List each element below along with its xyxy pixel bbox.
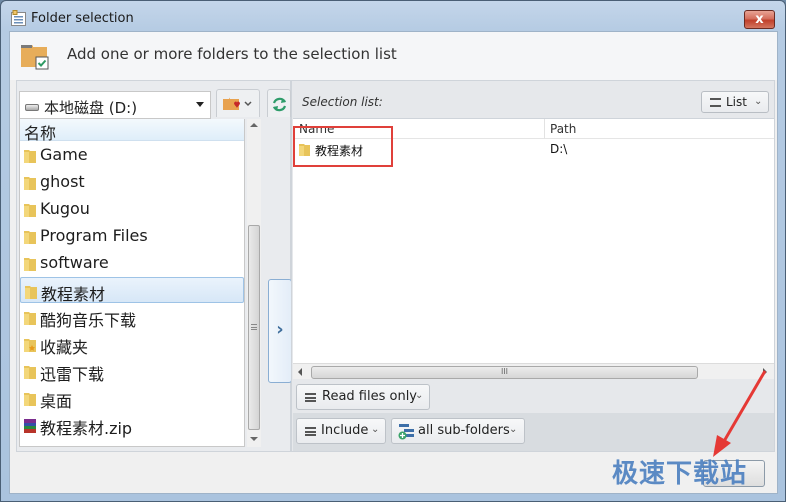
dialog-header: Add one or more folders to the selection… xyxy=(10,32,777,80)
folder-name: Program Files xyxy=(40,226,148,245)
folder-name: software xyxy=(40,253,109,272)
folder-list-item[interactable]: Game xyxy=(20,142,244,168)
folder-icon xyxy=(24,258,36,271)
header-instruction: Add one or more folders to the selection… xyxy=(67,45,397,63)
column-header-path[interactable]: Path xyxy=(545,119,774,139)
folder-list-item[interactable]: 桌面 xyxy=(20,385,244,411)
close-button[interactable]: x xyxy=(744,10,775,29)
folder-list-item[interactable]: Program Files xyxy=(20,223,244,249)
include-mode-button[interactable]: Include ⌄ xyxy=(296,418,386,444)
drive-select[interactable]: 本地磁盘 (D:) xyxy=(19,91,211,119)
favorites-button[interactable] xyxy=(216,89,260,117)
close-icon: x xyxy=(755,12,764,27)
folder-list-scrollbar[interactable] xyxy=(247,119,261,447)
chevron-right-icon: › xyxy=(276,319,284,340)
annotation-arrow xyxy=(713,370,767,457)
column-header-label: 名称 xyxy=(24,124,57,143)
folder-name: 教程素材.zip xyxy=(40,419,133,438)
drive-icon xyxy=(25,104,39,111)
folder-icon xyxy=(24,393,36,406)
refresh-icon xyxy=(272,97,287,112)
folder-list-item[interactable]: 酷狗音乐下载 xyxy=(20,304,244,330)
folder-list-item[interactable]: 迅雷下载 xyxy=(20,358,244,384)
folder-list-item[interactable]: software xyxy=(20,250,244,276)
subfolders-label: all sub-folders xyxy=(418,423,510,438)
annotation-highlight-box xyxy=(293,126,393,167)
selection-list-label: Selection list: xyxy=(302,95,383,109)
folder-list-item[interactable]: 教程素材.zip xyxy=(20,412,244,438)
scrollbar-thumb[interactable] xyxy=(248,225,260,430)
folder-icon xyxy=(24,204,36,217)
folder-list-item[interactable]: ghost xyxy=(20,169,244,195)
refresh-button[interactable] xyxy=(267,89,291,117)
title-bar[interactable]: Folder selection x xyxy=(1,1,785,33)
watermark-text: 极速下载站 xyxy=(612,459,748,489)
folder-name: 桌面 xyxy=(40,392,73,411)
column-header-name[interactable]: 名称 xyxy=(20,119,244,143)
folder-icon xyxy=(24,366,36,379)
scroll-down-icon[interactable] xyxy=(250,437,258,441)
include-mode-label: Include xyxy=(321,423,369,438)
read-mode-label: Read files only xyxy=(322,389,417,404)
folder-name: ghost xyxy=(40,172,85,191)
dropdown-arrow-icon xyxy=(196,102,204,107)
row-path: D:\ xyxy=(550,142,568,156)
read-mode-button[interactable]: Read files only ⌄ xyxy=(296,384,430,410)
menu-icon xyxy=(710,98,721,107)
folder-name: 酷狗音乐下载 xyxy=(40,311,137,330)
chevron-down-icon: ⌄ xyxy=(415,390,424,401)
grip-icon: III xyxy=(500,367,509,376)
menu-icon xyxy=(305,393,316,402)
archive-icon xyxy=(24,419,36,433)
folder-name: 教程素材 xyxy=(41,285,106,304)
scrollbar-thumb[interactable]: III xyxy=(311,366,698,379)
folder-icon xyxy=(24,177,36,190)
dialog-body: Add one or more folders to the selection… xyxy=(9,31,778,494)
folder-list-item[interactable]: 收藏夹 xyxy=(20,331,244,357)
folder-name: Kugou xyxy=(40,199,90,218)
folder-selection-dialog: Folder selection x Add one or more folde… xyxy=(0,0,786,502)
drive-label: 本地磁盘 (D:) xyxy=(44,99,138,117)
app-icon xyxy=(11,10,26,26)
subfolder-tree-icon xyxy=(398,424,414,440)
folder-list-item[interactable]: 教程素材 xyxy=(20,277,244,304)
folder-icon xyxy=(24,231,36,244)
scroll-up-icon[interactable] xyxy=(250,123,258,127)
folder-icon xyxy=(25,286,37,299)
folder-icon xyxy=(24,312,36,325)
view-mode-button[interactable]: List ⌄ xyxy=(701,91,769,113)
add-to-selection-button[interactable]: › xyxy=(268,279,292,383)
folder-name: 收藏夹 xyxy=(40,338,89,357)
favorites-folder-icon xyxy=(24,339,36,352)
folder-list-item[interactable]: Kugou xyxy=(20,196,244,222)
folder-browser-panel: 本地磁盘 (D:) 名称 Game ghost Kugou Program Fi… xyxy=(16,80,292,452)
chevron-down-icon: ⌄ xyxy=(754,96,763,107)
folder-name: 迅雷下载 xyxy=(40,365,105,384)
folder-icon xyxy=(24,150,36,163)
subfolders-button[interactable]: all sub-folders ⌄ xyxy=(391,418,525,444)
chevron-down-icon: ⌄ xyxy=(371,424,380,435)
folder-list[interactable]: 名称 Game ghost Kugou Program Files software 教程… xyxy=(19,119,245,447)
menu-icon xyxy=(305,427,316,436)
selection-table[interactable]: Name Path 教程素材 D:\ xyxy=(293,118,774,363)
view-mode-label: List xyxy=(726,95,747,109)
folder-check-icon xyxy=(21,45,49,70)
window-title: Folder selection xyxy=(31,11,134,26)
folder-name: Game xyxy=(40,145,88,164)
scroll-left-icon[interactable] xyxy=(298,368,302,376)
grip-icon xyxy=(251,324,257,330)
favorites-folder-icon xyxy=(223,97,252,110)
chevron-down-icon: ⌄ xyxy=(509,424,518,435)
